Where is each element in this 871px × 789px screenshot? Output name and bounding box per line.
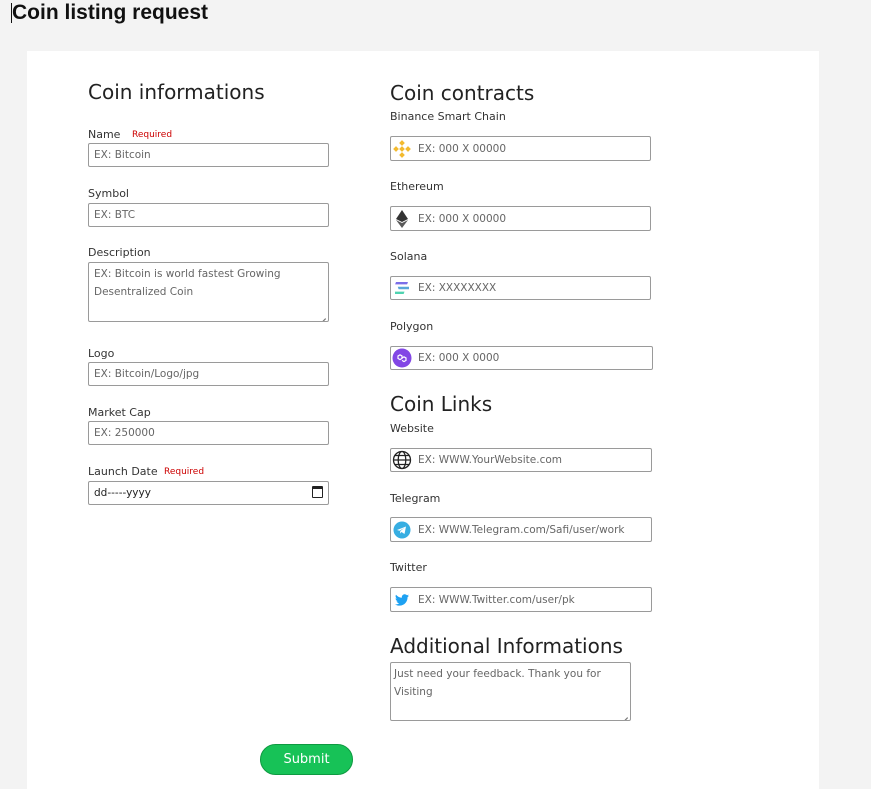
ethereum-icon [391,207,413,230]
polygon-label: Polygon [390,320,434,333]
bsc-placeholder: EX: 000 X 00000 [418,142,507,155]
launch-date-input[interactable]: dd-----yyyy [88,481,329,505]
contracts-heading: Coin contracts [390,81,535,105]
telegram-input[interactable]: EX: WWW.Telegram.com/Safi/user/work [390,517,652,542]
description-label: Description [88,246,151,259]
twitter-icon [391,588,413,611]
resize-handle-icon[interactable] [620,710,628,718]
submit-button[interactable]: Submit [260,744,353,775]
description-textarea[interactable]: EX: Bitcoin is world fastest Growing Des… [88,262,329,322]
additional-textarea[interactable]: Just need your feedback. Thank you for V… [390,662,631,721]
polygon-input[interactable]: EX: 000 X 0000 [390,346,653,370]
description-placeholder: EX: Bitcoin is world fastest Growing Des… [94,268,281,298]
ethereum-input[interactable]: EX: 000 X 00000 [390,206,651,231]
solana-input[interactable]: EX: XXXXXXXX [390,276,651,300]
twitter-placeholder: EX: WWW.Twitter.com/user/pk [418,593,575,606]
polygon-icon [391,347,413,369]
page-title: Coin listing request [12,1,209,24]
additional-placeholder: Just need your feedback. Thank you for V… [394,668,601,698]
ethereum-label: Ethereum [390,180,444,193]
globe-icon [391,449,413,471]
links-heading: Coin Links [390,392,493,416]
launch-date-required-badge: Required [164,467,205,477]
logo-input[interactable]: EX: Bitcoin/Logo/jpg [88,362,329,386]
telegram-placeholder: EX: WWW.Telegram.com/Safi/user/work [418,523,625,536]
market-cap-label: Market Cap [88,406,151,419]
telegram-icon [391,518,413,541]
calendar-icon[interactable] [312,486,323,498]
telegram-label: Telegram [390,492,441,505]
solana-placeholder: EX: XXXXXXXX [418,282,497,294]
bsc-input[interactable]: EX: 000 X 00000 [390,136,651,161]
polygon-placeholder: EX: 000 X 0000 [418,352,500,364]
additional-heading: Additional Informations [390,634,623,658]
binance-icon [391,137,413,160]
solana-label: Solana [390,250,428,263]
resize-handle-icon[interactable] [318,311,326,319]
launch-date-value: dd-----yyyy [94,487,151,499]
name-input[interactable]: EX: Bitcoin [88,143,329,167]
website-input[interactable]: EX: WWW.YourWebsite.com [390,448,652,472]
name-required-badge: Required [132,130,173,140]
twitter-input[interactable]: EX: WWW.Twitter.com/user/pk [390,587,652,612]
website-label: Website [390,422,434,435]
solana-icon [391,277,413,299]
coin-info-heading: Coin informations [88,80,265,104]
symbol-input[interactable]: EX: BTC [88,203,329,227]
website-placeholder: EX: WWW.YourWebsite.com [418,454,563,466]
name-label: Name [88,128,121,141]
logo-label: Logo [88,347,115,360]
bsc-label: Binance Smart Chain [390,110,506,123]
twitter-label: Twitter [390,561,427,574]
ethereum-placeholder: EX: 000 X 00000 [418,212,507,225]
market-cap-input[interactable]: EX: 250000 [88,421,329,445]
launch-date-label: Launch Date [88,465,158,478]
symbol-label: Symbol [88,187,129,200]
